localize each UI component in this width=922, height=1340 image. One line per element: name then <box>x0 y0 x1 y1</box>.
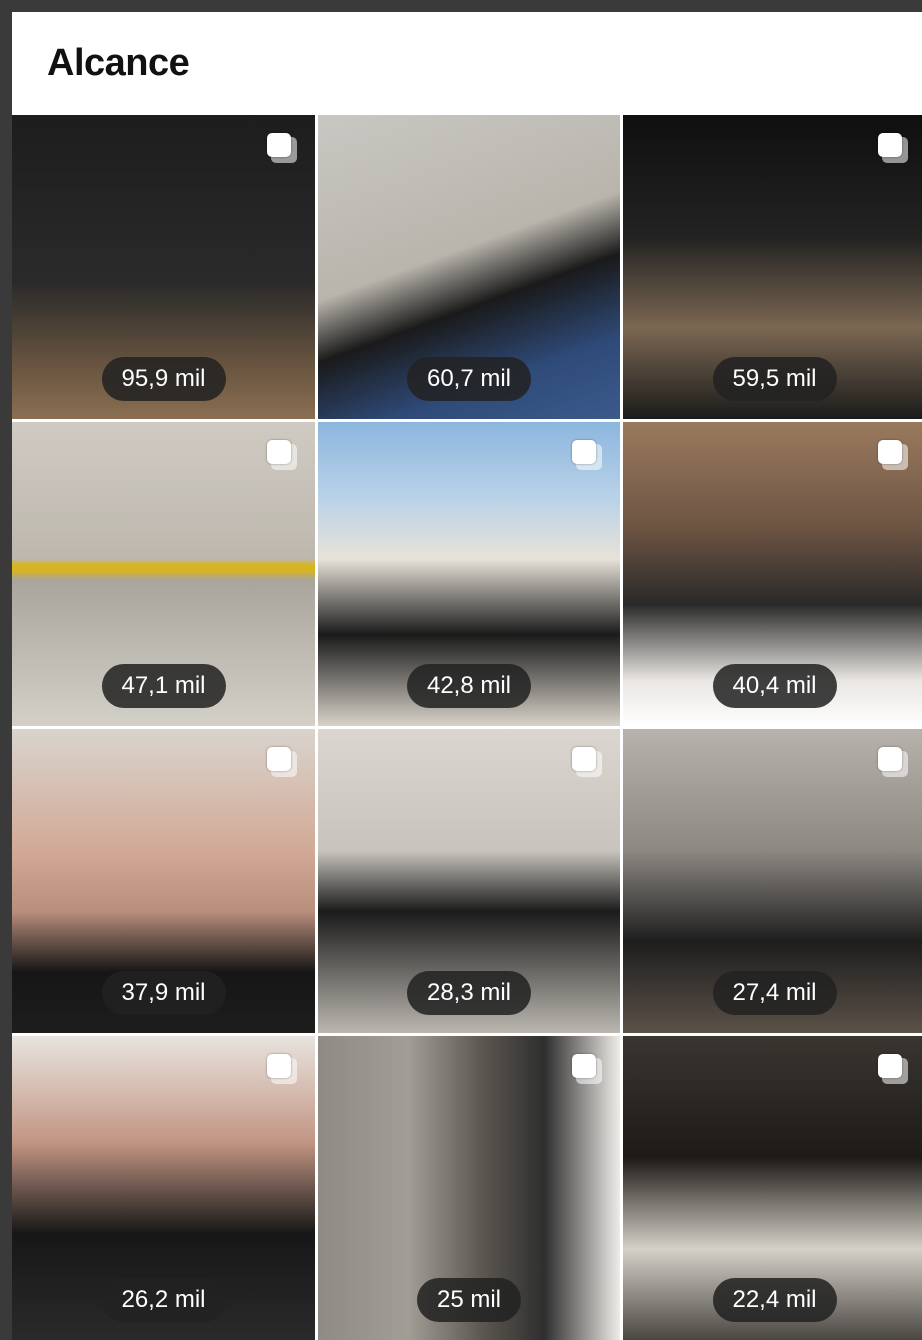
post-grid: 95,9 mil 60,7 mil 59,5 mil 47,1 mil 42,8… <box>12 115 922 1340</box>
post-tile[interactable]: 59,5 mil <box>623 115 922 419</box>
reach-badge: 25 mil <box>416 1278 522 1322</box>
reach-badge: 42,8 mil <box>406 664 532 708</box>
post-tile[interactable]: 22,4 mil <box>623 1036 922 1340</box>
reach-badge: 60,7 mil <box>406 357 532 401</box>
reach-badge: 40,4 mil <box>712 664 837 708</box>
header: Alcance <box>12 12 922 115</box>
post-tile[interactable]: 28,3 mil <box>318 729 620 1033</box>
multiple-photos-icon <box>878 440 908 470</box>
multiple-photos-icon <box>878 1054 908 1084</box>
post-tile[interactable]: 47,1 mil <box>12 422 315 726</box>
reach-badge: 26,2 mil <box>101 1278 226 1322</box>
multiple-photos-icon <box>572 1054 602 1084</box>
reach-badge: 28,3 mil <box>406 971 532 1015</box>
reach-badge: 22,4 mil <box>712 1278 837 1322</box>
reach-badge: 59,5 mil <box>712 357 837 401</box>
post-tile[interactable]: 25 mil <box>318 1036 620 1340</box>
post-tile[interactable]: 95,9 mil <box>12 115 315 419</box>
reach-badge: 27,4 mil <box>712 971 837 1015</box>
page-title: Alcance <box>47 42 190 84</box>
multiple-photos-icon <box>878 747 908 777</box>
multiple-photos-icon <box>267 440 297 470</box>
multiple-photos-icon <box>878 133 908 163</box>
multiple-photos-icon <box>267 1054 297 1084</box>
multiple-photos-icon <box>572 747 602 777</box>
reach-panel: Alcance 95,9 mil 60,7 mil 59,5 mil 47,1 … <box>12 12 922 1340</box>
post-tile[interactable]: 42,8 mil <box>318 422 620 726</box>
post-tile[interactable]: 27,4 mil <box>623 729 922 1033</box>
post-tile[interactable]: 40,4 mil <box>623 422 922 726</box>
post-tile[interactable]: 60,7 mil <box>318 115 620 419</box>
post-tile[interactable]: 37,9 mil <box>12 729 315 1033</box>
reach-badge: 95,9 mil <box>101 357 226 401</box>
reach-badge: 37,9 mil <box>101 971 226 1015</box>
multiple-photos-icon <box>572 440 602 470</box>
multiple-photos-icon <box>267 133 297 163</box>
multiple-photos-icon <box>267 747 297 777</box>
post-tile[interactable]: 26,2 mil <box>12 1036 315 1340</box>
reach-badge: 47,1 mil <box>101 664 226 708</box>
